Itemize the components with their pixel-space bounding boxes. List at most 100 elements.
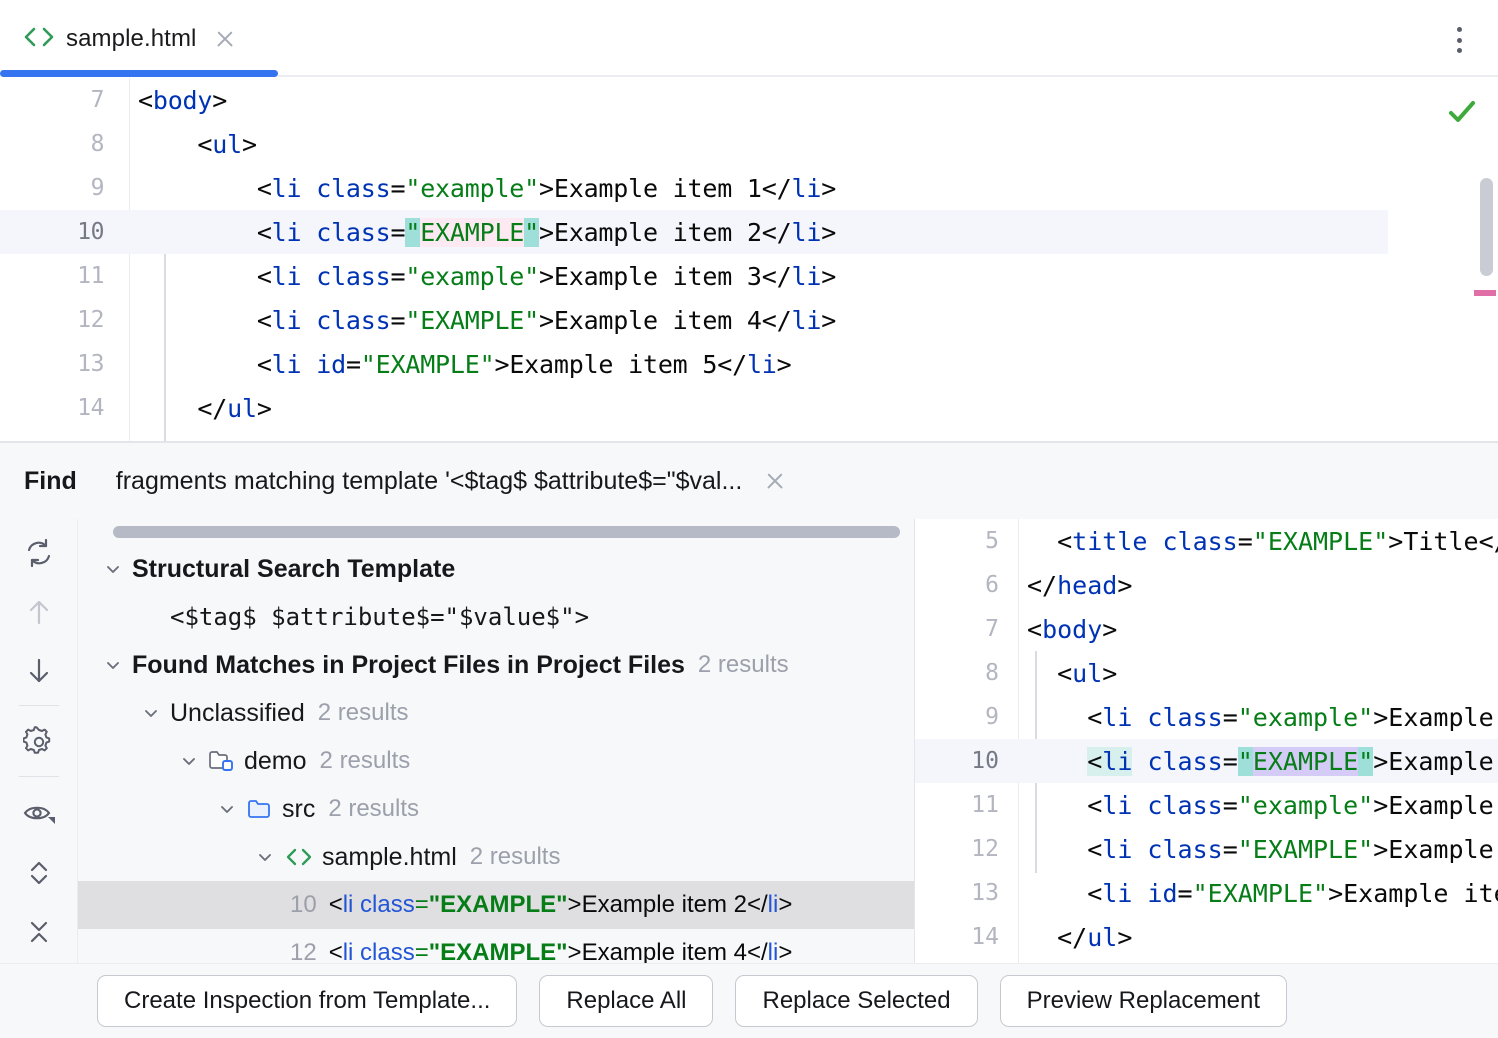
line-code: <ul> [1019,659,1498,688]
code-token: class [1147,527,1237,556]
code-token: < [1027,659,1072,688]
preview-line[interactable]: 11 <li class="example">Example i [915,783,1498,827]
preview-lines: 5 <title class="EXAMPLE">Title</t6</head… [915,519,1498,959]
editor-line[interactable]: 12 <li class="EXAMPLE">Example item 4</l… [0,298,1388,342]
tree-node-unclassified[interactable]: Unclassified 2 results [78,689,914,737]
inspection-ok-checkmark-icon[interactable] [1446,96,1478,128]
preview-line[interactable]: 14 </ul> [915,915,1498,959]
line-number: 9 [915,704,1019,730]
tree-node-sample-html[interactable]: sample.html2 results [78,833,914,881]
code-token: > [257,394,272,423]
settings-gear-icon[interactable] [12,718,66,767]
more-options-icon[interactable] [1446,24,1472,56]
editor-line[interactable]: 8 <ul> [0,122,1388,166]
expand-all-icon[interactable] [12,848,66,897]
line-number: 8 [915,660,1019,686]
chevron-down-icon[interactable] [176,748,202,774]
preview-eye-icon[interactable] [12,789,66,838]
preview-line[interactable]: 8 <ul> [915,651,1498,695]
editor-tab-label: sample.html [66,25,196,53]
editor-tab-sample-html[interactable]: sample.html [0,0,278,78]
editor-vertical-scrollbar[interactable] [1480,178,1493,276]
folder-icon [246,796,274,822]
line-code: </ul> [1019,923,1498,952]
code-token: = [1223,835,1238,864]
replace-selected-button[interactable]: Replace Selected [735,975,977,1027]
next-occurrence-icon[interactable] [12,647,66,696]
code-token: ul [1072,659,1102,688]
code-editor[interactable]: 7<body>8 <ul>9 <li class="example">Examp… [0,78,1498,443]
match-code: <li class="EXAMPLE">Example item 2</li> [329,891,793,919]
result-count: 2 results [318,699,409,727]
line-code: <li class="example">Example item 3</li> [130,262,1388,291]
code-token: "EXAMPLE" [405,306,539,335]
chevron-down-icon[interactable] [252,844,278,870]
tree-node-label: Unclassified [170,699,305,728]
code-token: li [792,174,822,203]
line-number: 10 [915,748,1019,774]
code-token: = [390,174,405,203]
preview-line[interactable]: 9 <li class="example">Example i [915,695,1498,739]
match-row[interactable]: 10 <li class="EXAMPLE">Example item 2</li… [78,881,914,929]
match-line-number: 10 [290,891,317,919]
code-token: < [257,262,272,291]
tree-node-demo[interactable]: demo2 results [78,737,914,785]
preview-line[interactable]: 7<body> [915,607,1498,651]
close-icon[interactable] [214,28,236,50]
code-token: = [1223,703,1238,732]
code-token: " [524,218,539,247]
editor-match-marker[interactable] [1474,290,1496,296]
previous-occurrence-icon[interactable] [12,588,66,637]
code-token: > [821,262,836,291]
tree-node-src[interactable]: src2 results [78,785,914,833]
preview-replacement-button[interactable]: Preview Replacement [1000,975,1287,1027]
code-token: "example" [405,262,539,291]
preview-line[interactable]: 12 <li class="EXAMPLE">Example i [915,827,1498,871]
editor-line[interactable]: 9 <li class="example">Example item 1</li… [0,166,1388,210]
code-token: < [1027,835,1102,864]
editor-line[interactable]: 7<body> [0,78,1388,122]
code-token: class [1132,747,1222,776]
close-icon[interactable] [764,470,786,492]
code-token: li [768,891,779,918]
result-count: 2 results [320,747,411,775]
preview-line[interactable]: 10 <li class="EXAMPLE">Example i [915,739,1498,783]
code-token: < [1027,527,1072,556]
editor-line[interactable]: 14 </ul> [0,386,1388,430]
create-inspection-from-template-button[interactable]: Create Inspection from Template... [97,975,517,1027]
code-token: > [1117,571,1132,600]
collapse-all-icon[interactable] [12,907,66,956]
rerun-search-icon[interactable] [12,529,66,578]
line-number: 13 [0,351,130,377]
search-results-tree[interactable]: Structural Search Template<$tag$ $attrib… [78,519,914,963]
chevron-down-icon[interactable] [100,556,126,582]
match-row[interactable]: 12<li class="EXAMPLE">Example item 4</li… [78,929,914,963]
code-token: > [821,218,836,247]
editor-line[interactable]: 10 <li class="EXAMPLE">Example item 2</l… [0,210,1388,254]
editor-line[interactable]: 11 <li class="example">Example item 3</l… [0,254,1388,298]
results-horizontal-scrollbar[interactable] [113,526,900,538]
chevron-down-icon[interactable] [214,796,240,822]
chevron-down-icon[interactable] [100,652,126,678]
code-token: id [1132,879,1177,908]
code-token: li [792,218,822,247]
code-token: > [1102,659,1117,688]
preview-line[interactable]: 13 <li id="EXAMPLE">Example item [915,871,1498,915]
replace-all-button[interactable]: Replace All [539,975,713,1027]
code-token: > [778,891,792,918]
tree-node-found-matches-in-project-files-in-project-files[interactable]: Found Matches in Project Files in Projec… [78,641,914,689]
line-number: 13 [915,880,1019,906]
code-token: > [821,306,836,335]
editor-line[interactable]: 13 <li id="EXAMPLE">Example item 5</li> [0,342,1388,386]
tree-node-structural-search-template[interactable]: Structural Search Template [78,545,914,593]
tree-node-tag-attribute-value[interactable]: <$tag$ $attribute$="$value$"> [78,593,914,641]
line-number: 6 [915,572,1019,598]
preview-line[interactable]: 5 <title class="EXAMPLE">Title</t [915,519,1498,563]
code-token: < [138,86,153,115]
preview-line[interactable]: 6</head> [915,563,1498,607]
code-token: li [272,306,302,335]
code-token: li [1102,747,1132,776]
chevron-down-icon[interactable] [138,700,164,726]
match-preview-pane[interactable]: 5 <title class="EXAMPLE">Title</t6</head… [914,519,1498,963]
line-number: 11 [0,263,130,289]
